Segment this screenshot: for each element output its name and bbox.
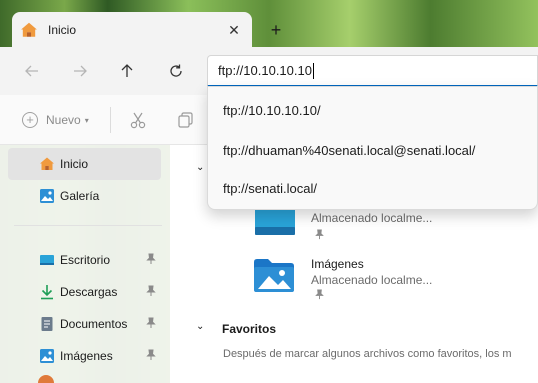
sidebar-divider	[14, 225, 162, 226]
sidebar-item-label: Documentos	[60, 317, 128, 331]
home-icon	[40, 157, 54, 170]
documents-icon	[41, 317, 53, 331]
sidebar-item-label: Descargas	[60, 285, 118, 299]
favorites-description: Después de marcar algunos archivos como …	[223, 348, 512, 360]
pictures-folder-icon[interactable]	[254, 258, 294, 292]
navigation-pane: Inicio Galería Escritorio Descargas Docu…	[0, 145, 170, 383]
arrow-right-icon	[74, 65, 87, 77]
address-value: ftp://10.10.10.10	[218, 63, 312, 78]
plus-icon: +	[22, 112, 38, 128]
tab-inicio[interactable]: Inicio ✕	[12, 12, 252, 48]
sidebar-item-descargas[interactable]: Descargas	[8, 276, 161, 308]
cut-icon[interactable]	[128, 110, 148, 130]
quick-access-location: Almacenado localme...	[311, 211, 433, 225]
new-button-label: Nuevo	[46, 113, 81, 127]
forward-button[interactable]	[65, 57, 95, 85]
back-button[interactable]	[17, 57, 47, 85]
toolbar-divider	[110, 107, 111, 133]
favorites-chevron-icon[interactable]: ⌄	[196, 321, 204, 332]
up-button[interactable]	[112, 57, 142, 85]
pin-icon[interactable]	[145, 253, 157, 265]
quick-access-name[interactable]: Imágenes	[311, 257, 364, 271]
gallery-icon	[40, 189, 54, 203]
sidebar-item-label: Escritorio	[60, 253, 111, 267]
suggestion-item[interactable]: ftp://dhuaman%40senati.local@senati.loca…	[208, 131, 537, 169]
suggestion-item[interactable]: ftp://senati.local/	[208, 169, 537, 207]
pin-icon[interactable]	[145, 317, 157, 329]
sidebar-item-galeria[interactable]: Galería	[8, 180, 161, 212]
copy-icon[interactable]	[176, 110, 196, 130]
text-caret	[312, 62, 314, 79]
chevron-down-icon[interactable]: ⌄	[196, 162, 204, 173]
address-bar-input[interactable]: ftp://10.10.10.10	[207, 55, 538, 87]
tab-strip: Inicio ✕ +	[0, 0, 538, 48]
sidebar-item-documentos[interactable]: Documentos	[8, 308, 161, 340]
suggestion-item[interactable]: ftp://10.10.10.10/	[208, 91, 537, 129]
pin-icon	[315, 289, 324, 300]
arrow-up-icon	[121, 64, 133, 77]
address-suggestions-dropdown: ftp://10.10.10.10/ ftp://dhuaman%40senat…	[207, 86, 538, 210]
pin-icon[interactable]	[145, 285, 157, 297]
sidebar-item-escritorio[interactable]: Escritorio	[8, 244, 161, 276]
sidebar-item-imagenes[interactable]: Imágenes	[8, 340, 161, 372]
pictures-icon	[40, 349, 54, 363]
new-tab-button[interactable]: +	[262, 18, 290, 42]
partial-sidebar-icon	[38, 375, 54, 383]
downloads-icon	[41, 285, 53, 300]
arrow-left-icon	[25, 65, 38, 77]
quick-access-location: Almacenado localme...	[311, 273, 433, 287]
sidebar-item-inicio[interactable]: Inicio	[8, 148, 161, 180]
chevron-down-icon: ▾	[84, 115, 89, 125]
pin-icon[interactable]	[145, 349, 157, 361]
home-icon	[21, 22, 37, 37]
desktop-icon	[40, 255, 54, 265]
new-button[interactable]: + Nuevo ▾	[22, 109, 89, 131]
tab-title: Inicio	[48, 23, 77, 37]
sidebar-item-label: Inicio	[60, 157, 89, 171]
sidebar-item-label: Imágenes	[60, 349, 113, 363]
refresh-icon	[170, 64, 182, 77]
close-tab-icon[interactable]: ✕	[224, 22, 244, 39]
pin-icon	[315, 229, 324, 240]
favorites-title[interactable]: Favoritos	[222, 322, 276, 336]
refresh-button[interactable]	[161, 57, 191, 85]
sidebar-item-label: Galería	[60, 189, 100, 203]
